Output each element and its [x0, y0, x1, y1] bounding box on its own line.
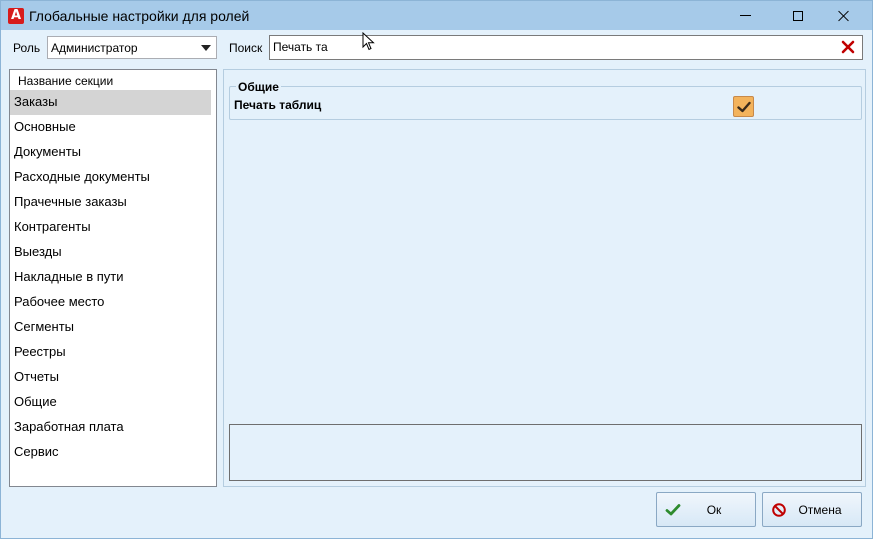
list-item[interactable]: Общие [10, 390, 216, 415]
list-item[interactable]: Рабочее место [10, 290, 216, 315]
list-item[interactable]: Реестры [10, 340, 216, 365]
mouse-cursor-icon [362, 32, 375, 51]
option-checkbox[interactable] [733, 96, 754, 117]
check-icon [736, 101, 751, 112]
list-item[interactable]: Заказы [10, 90, 211, 115]
window-title: Глобальные настройки для ролей [29, 7, 250, 24]
search-label: Поиск [229, 41, 263, 55]
list-header: Название секции [18, 74, 114, 88]
maximize-button[interactable] [775, 1, 821, 30]
chevron-down-icon[interactable] [201, 45, 211, 51]
minimize-button[interactable] [722, 1, 768, 30]
list-item[interactable]: Основные [10, 115, 216, 140]
list-item[interactable]: Отчеты [10, 365, 216, 390]
close-x-icon [841, 40, 855, 54]
no-entry-icon [772, 502, 786, 517]
settings-window: A Глобальные настройки для ролей Роль Ад… [0, 0, 873, 539]
close-button[interactable] [821, 1, 867, 30]
list-item[interactable]: Документы [10, 140, 216, 165]
group-title: Общие [236, 80, 281, 94]
ok-button[interactable]: Ок [656, 492, 756, 527]
section-list[interactable]: Название секции Заказы Основные Документы Р… [9, 69, 217, 487]
cancel-label: Отмена [798, 502, 842, 517]
list-item[interactable]: Заработная плата [10, 415, 216, 440]
role-value: Администратор [51, 41, 138, 55]
group-box [229, 86, 862, 120]
app-logo-icon: A [8, 7, 24, 24]
clear-search-button[interactable] [839, 38, 857, 56]
list-item[interactable]: Накладные в пути [10, 265, 216, 290]
title-bar[interactable]: A Глобальные настройки для ролей [1, 1, 872, 30]
role-label: Роль [13, 41, 41, 55]
list-item[interactable]: Контрагенты [10, 215, 216, 240]
description-box [229, 424, 862, 481]
list-item[interactable]: Прачечные заказы [10, 190, 216, 215]
list-scrollbar[interactable] [211, 70, 216, 486]
list-item[interactable]: Расходные документы [10, 165, 216, 190]
ok-label: Ок [706, 502, 722, 517]
minimize-icon [739, 15, 751, 16]
search-input[interactable]: Печать та [269, 35, 863, 60]
option-label: Печать таблиц [234, 98, 322, 112]
list-item[interactable]: Сервис [10, 440, 216, 465]
search-value: Печать та [273, 40, 328, 54]
check-icon [665, 503, 681, 515]
settings-panel: Общие Печать таблиц [223, 69, 866, 487]
list-item[interactable]: Сегменты [10, 315, 216, 340]
list-item[interactable]: Выезды [10, 240, 216, 265]
maximize-icon [793, 10, 803, 21]
close-icon [838, 10, 850, 22]
section-items: Заказы Основные Документы Расходные докумен… [10, 90, 216, 465]
cancel-button[interactable]: Отмена [762, 492, 862, 527]
role-select[interactable]: Администратор [47, 36, 217, 59]
